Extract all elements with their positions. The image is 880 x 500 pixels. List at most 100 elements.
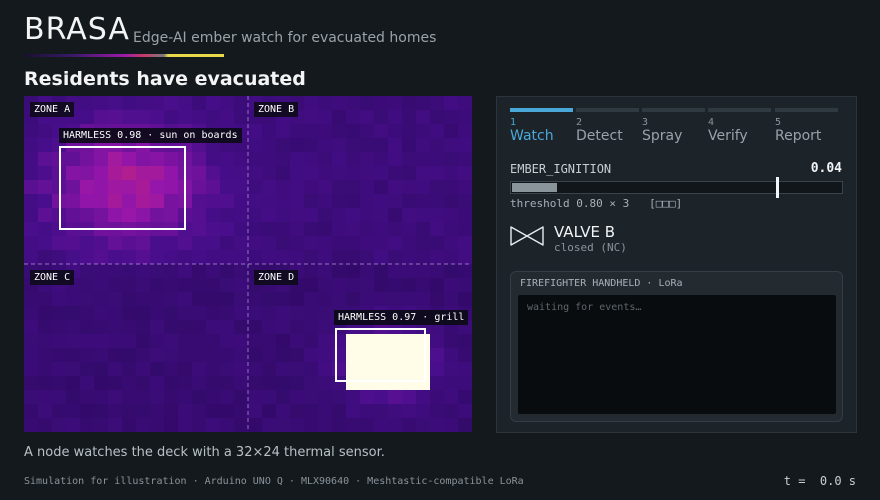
thermal-cell [206,376,221,391]
thermal-cell [150,404,165,419]
thermal-cell [38,166,53,181]
thermal-cell [318,292,333,307]
thermal-cell [122,418,137,432]
thermal-cell [248,292,263,307]
thermal-cell [332,194,347,209]
thermal-cell [164,348,179,363]
thermal-cell [304,194,319,209]
thermal-cell [108,110,123,125]
thermal-cell [262,250,277,265]
thermal-cell [192,292,207,307]
thermal-cell [206,208,221,223]
thermal-cell [122,110,137,125]
step-label: Detect [576,128,623,144]
thermal-cell [304,348,319,363]
thermal-cell [416,278,431,293]
thermal-cell [234,96,249,111]
thermal-cell [430,166,445,181]
thermal-cell [206,222,221,237]
step-number: 2 [576,117,583,128]
thermal-cell [430,362,445,377]
thermal-cell [262,222,277,237]
thermal-cell [262,390,277,405]
thermal-cell [234,264,249,279]
thermal-cell [38,208,53,223]
thermal-cell [24,152,39,167]
thermal-cell [178,390,193,405]
thermal-cell [94,96,109,111]
thermal-cell [262,194,277,209]
thermal-cell [164,110,179,125]
thermal-cell [248,376,263,391]
thermal-cell [262,166,277,181]
thermal-cell [276,390,291,405]
thermal-cell [318,362,333,377]
thermal-cell [290,348,305,363]
thermal-cell [262,124,277,139]
thermal-cell [248,320,263,335]
thermal-cell [192,96,207,111]
thermal-cell [38,222,53,237]
thermal-cell [262,404,277,419]
thermal-cell [66,320,81,335]
thermal-cell [458,334,472,349]
sim-clock: t = 0.0 s [783,474,856,488]
thermal-cell [360,418,375,432]
thermal-cell [220,264,235,279]
thermal-cell [206,334,221,349]
thermal-cell [332,418,347,432]
radio-title: FIREFIGHTER HANDHELD · LoRa [520,278,683,289]
thermal-cell [402,96,417,111]
thermal-cell [220,278,235,293]
thermal-cell [276,236,291,251]
thermal-cell [234,152,249,167]
thermal-cell [178,306,193,321]
thermal-cell [402,418,417,432]
thermal-cell [360,110,375,125]
thermal-cell [136,96,151,111]
thermal-cell [444,236,459,251]
thermal-cell [66,250,81,265]
thermal-cell [234,236,249,251]
thermal-cell [80,376,95,391]
thermal-cell [444,194,459,209]
thermal-cell [52,390,67,405]
thermal-cell [458,138,472,153]
thermal-cell [192,166,207,181]
thermal-cell [262,348,277,363]
thermal-cell [220,236,235,251]
thermal-cell [80,264,95,279]
thermal-cell [24,250,39,265]
thermal-cell [444,166,459,181]
thermal-cell [388,180,403,195]
thermal-cell [276,152,291,167]
thermal-cell [416,236,431,251]
thermal-cell [248,404,263,419]
thermal-cell [444,362,459,377]
radio-event-log[interactable]: waiting for events… [518,295,836,414]
thermal-cell [80,390,95,405]
thermal-cell [136,348,151,363]
thermal-cell [318,390,333,405]
thermal-cell [458,208,472,223]
thermal-cell [234,306,249,321]
thermal-cell [304,390,319,405]
thermal-cell [458,96,472,111]
thermal-cell [444,264,459,279]
thermal-cell [388,124,403,139]
thermal-cell [304,222,319,237]
thermal-cell [318,138,333,153]
thermal-cell [234,320,249,335]
step-bar [510,108,573,112]
thermal-cell [94,320,109,335]
step-bar [708,108,771,112]
thermal-cell [122,390,137,405]
thermal-cell [220,292,235,307]
thermal-cell [332,222,347,237]
thermal-cell [304,180,319,195]
thermal-cell [234,208,249,223]
thermal-cell [304,166,319,181]
thermal-cell [248,418,263,432]
thermal-cell [430,404,445,419]
thermal-cell [248,362,263,377]
